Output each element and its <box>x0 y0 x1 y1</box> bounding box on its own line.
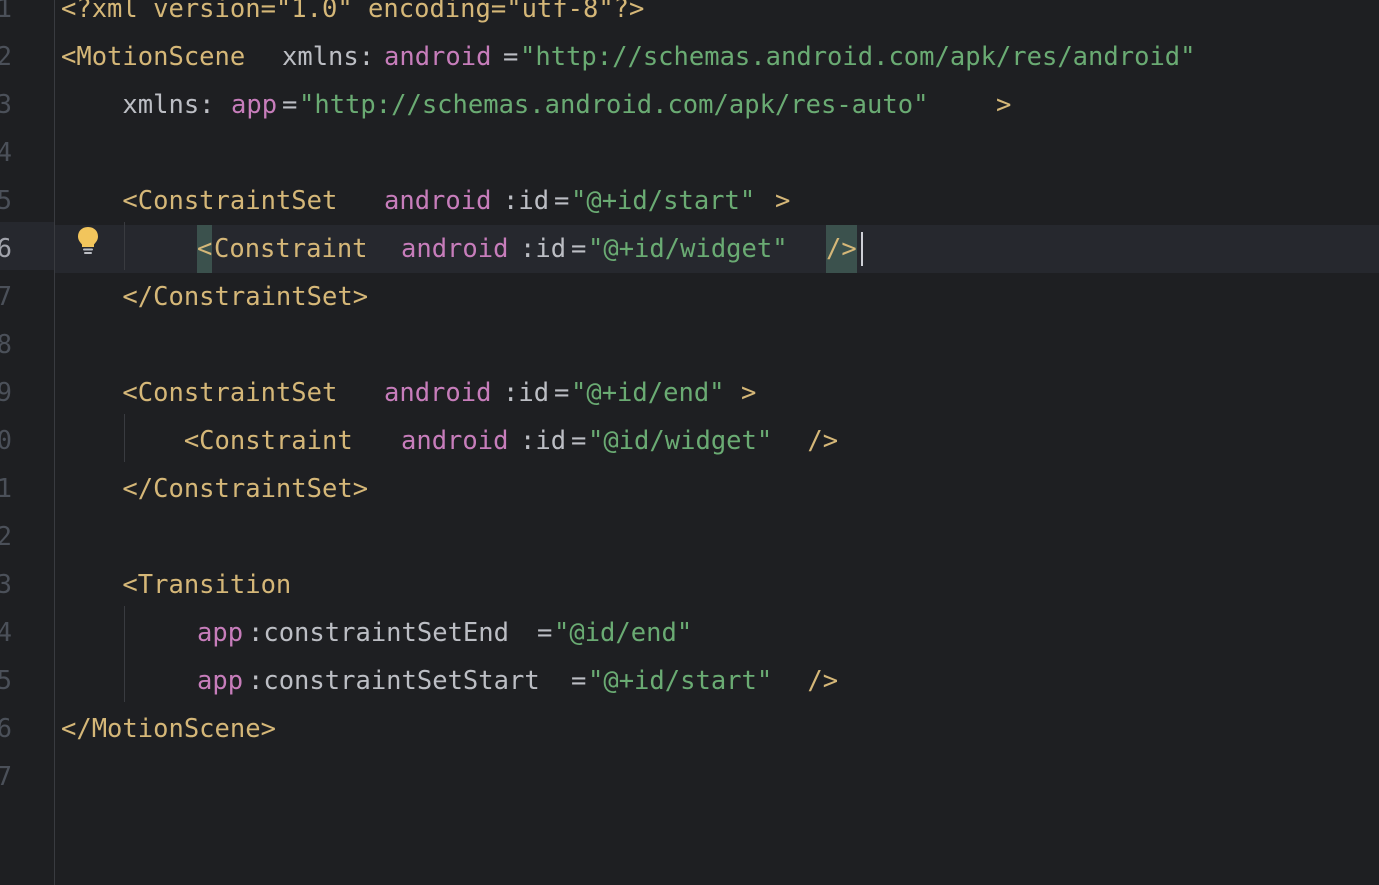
code-token: </ConstraintSet> <box>61 282 369 312</box>
code-line[interactable] <box>55 129 1379 177</box>
code-line[interactable] <box>55 753 1379 801</box>
code-token: android <box>384 42 492 72</box>
code-token: = <box>537 618 553 648</box>
code-line[interactable]: app:constraintSetStart = "@+id/start" /> <box>55 657 1379 705</box>
code-line[interactable] <box>55 321 1379 369</box>
code-line[interactable]: <?xml version="1.0" encoding="utf-8"?> <box>55 0 1379 33</box>
code-token: "@+id/start" <box>571 186 756 216</box>
code-token: :constraintSetStart <box>248 666 540 696</box>
indent-guide <box>124 606 125 702</box>
code-token: > <box>996 90 1012 120</box>
code-line[interactable]: <Constraint android :id = "@id/widget" /> <box>55 417 1379 465</box>
line-number[interactable]: 6 <box>0 705 12 753</box>
code-token: :id <box>520 426 567 456</box>
code-editor[interactable]: <?xml version="1.0" encoding="utf-8"?> <M… <box>55 0 1379 885</box>
line-number[interactable]: 4 <box>0 609 12 657</box>
code-token: = <box>503 42 519 72</box>
code-token: = <box>571 426 587 456</box>
code-token: <MotionScene <box>61 42 261 72</box>
code-token: = <box>282 90 298 120</box>
lightbulb-icon[interactable] <box>76 226 100 256</box>
code-token: /> <box>826 225 857 273</box>
code-token: xmlns: <box>282 42 375 72</box>
code-token: <Constraint <box>61 426 369 456</box>
line-number[interactable]: 5 <box>0 177 12 225</box>
line-number[interactable]: 2 <box>0 33 12 81</box>
code-token: = <box>554 378 570 408</box>
text-caret <box>861 232 863 266</box>
code-line[interactable]: <ConstraintSet android :id = "@+id/end" > <box>55 369 1379 417</box>
line-number[interactable]: 0 <box>0 417 12 465</box>
code-token: </MotionScene> <box>61 714 276 744</box>
code-token: = <box>571 234 587 264</box>
code-line[interactable]: </MotionScene> <box>55 705 1379 753</box>
line-number[interactable]: 6 <box>0 225 12 273</box>
code-token: :id <box>503 186 550 216</box>
code-line[interactable]: < Constraint android :id = "@+id/widget" /> <box>55 225 1379 273</box>
line-number[interactable]: 2 <box>0 513 12 561</box>
code-token: /> <box>792 666 839 696</box>
code-token: "@id/widget" <box>588 426 773 456</box>
code-line[interactable]: </ConstraintSet> <box>55 465 1379 513</box>
code-token: xmlns: <box>61 90 215 120</box>
code-token: < <box>197 225 213 273</box>
code-token: <Transition <box>61 570 292 600</box>
code-line[interactable]: </ConstraintSet> <box>55 273 1379 321</box>
code-token: android <box>384 186 492 216</box>
code-token: Constraint <box>214 234 383 264</box>
line-number[interactable]: 5 <box>0 657 12 705</box>
code-token: android <box>401 426 509 456</box>
indent-guide <box>124 222 125 270</box>
code-token: android <box>401 234 509 264</box>
code-token: "@+id/start" <box>588 666 773 696</box>
line-number[interactable]: 7 <box>0 273 12 321</box>
code-token: </ConstraintSet> <box>61 474 369 504</box>
code-token: "@+id/widget" <box>588 234 788 264</box>
code-token: app <box>197 618 244 648</box>
code-token: app <box>231 90 278 120</box>
line-number[interactable]: 1 <box>0 0 12 33</box>
code-line[interactable]: <MotionScene xmlns: android = "http://schem… <box>55 33 1379 81</box>
code-token: "http://schemas.android.com/apk/res/andr… <box>520 42 1196 72</box>
code-token: "http://schemas.android.com/apk/res-auto… <box>299 90 929 120</box>
line-number[interactable]: 1 <box>0 465 12 513</box>
code-token: android <box>384 378 492 408</box>
line-number-gutter[interactable]: 12345678901234567 <box>0 0 55 885</box>
indent-guide <box>124 414 125 462</box>
code-token: "@+id/end" <box>571 378 725 408</box>
code-line[interactable]: xmlns: app = "http://schemas.android.com/ap… <box>55 81 1379 129</box>
code-token: <?xml version="1.0" encoding="utf-8"?> <box>61 0 645 24</box>
line-number[interactable]: 7 <box>0 753 12 801</box>
code-line[interactable]: app:constraintSetEnd = "@id/end" <box>55 609 1379 657</box>
code-token: :id <box>520 234 567 264</box>
line-number[interactable]: 4 <box>0 129 12 177</box>
code-token: app <box>197 666 244 696</box>
code-token: :constraintSetEnd <box>248 618 509 648</box>
code-token: = <box>554 186 570 216</box>
code-line[interactable]: <ConstraintSet android :id = "@+id/start" > <box>55 177 1379 225</box>
code-token: > <box>741 378 757 408</box>
line-number[interactable]: 3 <box>0 81 12 129</box>
code-token: <ConstraintSet <box>61 378 353 408</box>
line-number[interactable]: 3 <box>0 561 12 609</box>
code-token: :id <box>503 378 550 408</box>
code-token: /> <box>792 426 839 456</box>
code-token: "@id/end" <box>554 618 693 648</box>
line-number[interactable]: 9 <box>0 369 12 417</box>
code-line[interactable] <box>55 513 1379 561</box>
code-token: > <box>775 186 791 216</box>
code-token: <ConstraintSet <box>61 186 353 216</box>
code-token: = <box>571 666 587 696</box>
line-number[interactable]: 8 <box>0 321 12 369</box>
code-line[interactable]: <Transition <box>55 561 1379 609</box>
